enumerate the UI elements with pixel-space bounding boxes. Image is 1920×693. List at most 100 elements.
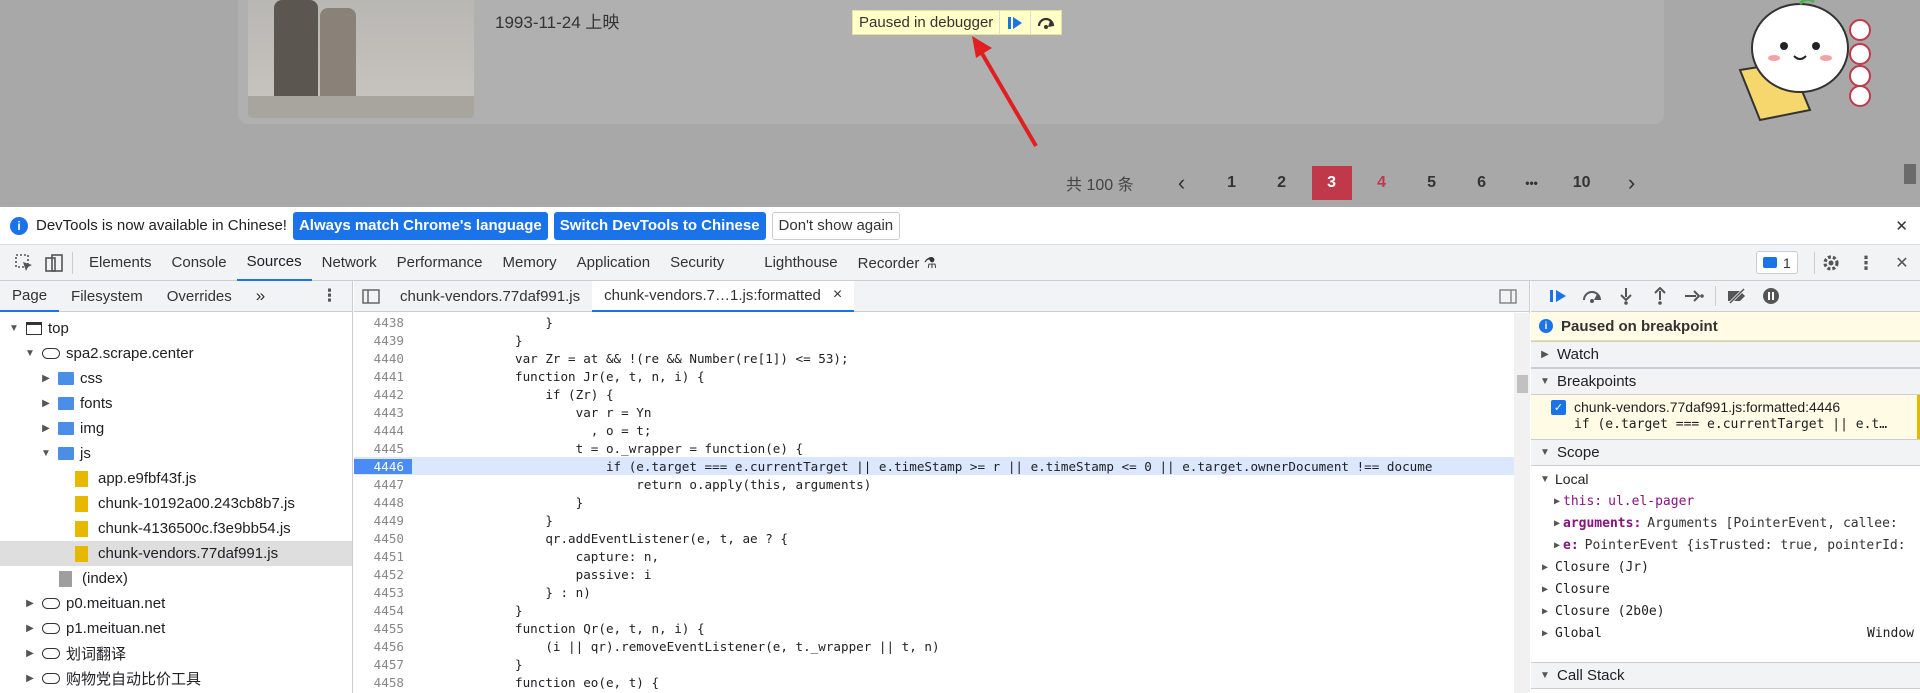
scope-this[interactable]: ▶ this: ul.el-pager	[1531, 490, 1920, 512]
tree-item[interactable]: ▶ fonts	[0, 391, 352, 416]
scope-closure-2b0e[interactable]: ▶ Closure (2b0e)	[1531, 600, 1920, 622]
nav-menu-icon[interactable]: ⋮	[321, 286, 338, 306]
tree-item[interactable]: chunk-10192a00.243cb8b7.js	[0, 491, 352, 516]
inspect-element-icon[interactable]	[12, 251, 36, 275]
device-toolbar-icon[interactable]	[42, 251, 66, 275]
switch-to-chinese-button[interactable]: Switch DevTools to Chinese	[553, 211, 766, 240]
code-view[interactable]: 4438 } 4439 } 4440 var Zr = at && !(re && …	[354, 313, 1514, 693]
tree-item[interactable]: ▶ css	[0, 366, 352, 391]
nav-tab-overrides[interactable]: Overrides	[155, 281, 244, 312]
deactivate-breakpoints-icon[interactable]	[1720, 282, 1754, 310]
tab-console[interactable]: Console	[162, 245, 237, 281]
line-number[interactable]: 4444	[354, 423, 412, 438]
tree-item[interactable]: ▼ spa2.scrape.center	[0, 341, 352, 366]
nav-tab-page[interactable]: Page	[0, 281, 60, 312]
page-scrollbar[interactable]	[1900, 0, 1920, 207]
scope-global[interactable]: ▶ Global Window	[1531, 622, 1920, 644]
tree-item[interactable]: ▼ top	[0, 316, 352, 341]
editor-scrollbar[interactable]	[1514, 313, 1530, 693]
settings-gear-icon[interactable]	[1819, 251, 1843, 275]
tab-security[interactable]: Security	[660, 245, 734, 281]
tree-item[interactable]: ▶ p0.meituan.net	[0, 591, 352, 616]
nav-more-tabs-icon[interactable]: »	[244, 281, 277, 312]
tab-performance[interactable]: Performance	[387, 245, 493, 281]
code-line[interactable]: 4440 var Zr = at && !(re && Number(re[1]…	[354, 349, 1514, 367]
infobar-close-icon[interactable]: ✕	[1895, 217, 1908, 235]
code-line[interactable]: 4449 }	[354, 511, 1514, 529]
scope-local[interactable]: ▼ Local	[1531, 468, 1920, 490]
line-number[interactable]: 4441	[354, 369, 412, 384]
code-line[interactable]: 4458 function eo(e, t) {	[354, 673, 1514, 691]
code-line[interactable]: 4455 function Qr(e, t, n, i) {	[354, 619, 1514, 637]
code-line[interactable]: 4457 }	[354, 655, 1514, 673]
line-number[interactable]: 4439	[354, 333, 412, 348]
pager-page-6[interactable]: 6	[1462, 166, 1502, 200]
pager-page-5[interactable]: 5	[1412, 166, 1452, 200]
code-line[interactable]: 4453 } : n)	[354, 583, 1514, 601]
tree-item[interactable]: ▶ img	[0, 416, 352, 441]
code-line[interactable]: 4445 t = o._wrapper = function(e) {	[354, 439, 1514, 457]
line-number[interactable]: 4438	[354, 315, 412, 330]
scope-closure-jr[interactable]: ▶ Closure (Jr)	[1531, 556, 1920, 578]
line-number[interactable]: 4447	[354, 477, 412, 492]
pager-page-10[interactable]: 10	[1562, 166, 1602, 200]
code-line[interactable]: 4447 return o.apply(this, arguments)	[354, 475, 1514, 493]
tree-item[interactable]: ▼ js	[0, 441, 352, 466]
code-line[interactable]: 4441 function Jr(e, t, n, i) {	[354, 367, 1514, 385]
step-icon[interactable]	[1677, 282, 1711, 310]
step-out-icon[interactable]	[1643, 282, 1677, 310]
line-number[interactable]: 4450	[354, 531, 412, 546]
pause-on-exceptions-icon[interactable]	[1754, 282, 1788, 310]
line-number[interactable]: 4452	[354, 567, 412, 582]
line-number[interactable]: 4448	[354, 495, 412, 510]
call-stack-section-header[interactable]: ▼ Call Stack	[1531, 662, 1920, 689]
line-number[interactable]: 4455	[354, 621, 412, 636]
code-line[interactable]: 4456 (i || qr).removeEventListener(e, t.…	[354, 637, 1514, 655]
scope-section-header[interactable]: ▼ Scope	[1531, 439, 1920, 466]
close-devtools-icon[interactable]: ✕	[1890, 251, 1914, 275]
breakpoint-checkbox[interactable]: ✓	[1551, 399, 1566, 415]
tree-item[interactable]: ▶ p1.meituan.net	[0, 616, 352, 641]
watch-section-header[interactable]: ▶ Watch	[1531, 341, 1920, 368]
pager-page-2[interactable]: 2	[1262, 166, 1302, 200]
code-line[interactable]: 4450 qr.addEventListener(e, t, ae ? {	[354, 529, 1514, 547]
tree-item[interactable]: ▶ 划词翻译	[0, 641, 352, 666]
code-line[interactable]: 4442 if (Zr) {	[354, 385, 1514, 403]
pager-ellipsis[interactable]: •••	[1512, 166, 1552, 200]
line-number[interactable]: 4458	[354, 675, 412, 690]
tab-network[interactable]: Network	[312, 245, 387, 281]
more-options-icon[interactable]: ⋮	[1854, 251, 1878, 275]
tab-close-icon[interactable]: ×	[833, 286, 842, 304]
step-over-icon[interactable]	[1031, 11, 1061, 34]
tree-item[interactable]: (index)	[0, 566, 352, 591]
code-line[interactable]: 4452 passive: i	[354, 565, 1514, 583]
step-over-button-icon[interactable]	[1575, 282, 1609, 310]
pager-page-3-active[interactable]: 3	[1311, 166, 1352, 200]
always-match-language-button[interactable]: Always match Chrome's language	[292, 211, 548, 240]
line-number[interactable]: 4445	[354, 441, 412, 456]
code-line[interactable]: 4444 , o = t;	[354, 421, 1514, 439]
line-number[interactable]: 4453	[354, 585, 412, 600]
pager-prev[interactable]: ‹	[1162, 166, 1202, 200]
step-into-icon[interactable]	[1609, 282, 1643, 310]
editor-tab-minified[interactable]: chunk-vendors.77daf991.js	[388, 281, 592, 312]
code-line-paused[interactable]: 4446 if (e.target === e.currentTarget ||…	[354, 457, 1514, 475]
pager-next[interactable]: ›	[1612, 166, 1652, 200]
breakpoint-line-number[interactable]: 4446	[354, 458, 412, 474]
resume-button-icon[interactable]	[1541, 282, 1575, 310]
breakpoints-section-header[interactable]: ▼ Breakpoints	[1531, 368, 1920, 395]
line-number[interactable]: 4456	[354, 639, 412, 654]
code-line[interactable]: 4439 }	[354, 331, 1514, 349]
tree-item[interactable]: chunk-4136500c.f3e9bb54.js	[0, 516, 352, 541]
tree-item[interactable]: ▶ 购物党自动比价工具	[0, 666, 352, 691]
tab-elements[interactable]: Elements	[79, 245, 162, 281]
tab-memory[interactable]: Memory	[493, 245, 567, 281]
line-number[interactable]: 4449	[354, 513, 412, 528]
editor-tab-formatted[interactable]: chunk-vendors.7…1.js:formatted ×	[592, 280, 855, 312]
movie-poster[interactable]	[248, 0, 474, 118]
pager-page-4[interactable]: 4	[1362, 166, 1402, 200]
line-number[interactable]: 4440	[354, 351, 412, 366]
code-line[interactable]: 4448 }	[354, 493, 1514, 511]
line-number[interactable]: 4454	[354, 603, 412, 618]
scope-closure[interactable]: ▶ Closure	[1531, 578, 1920, 600]
